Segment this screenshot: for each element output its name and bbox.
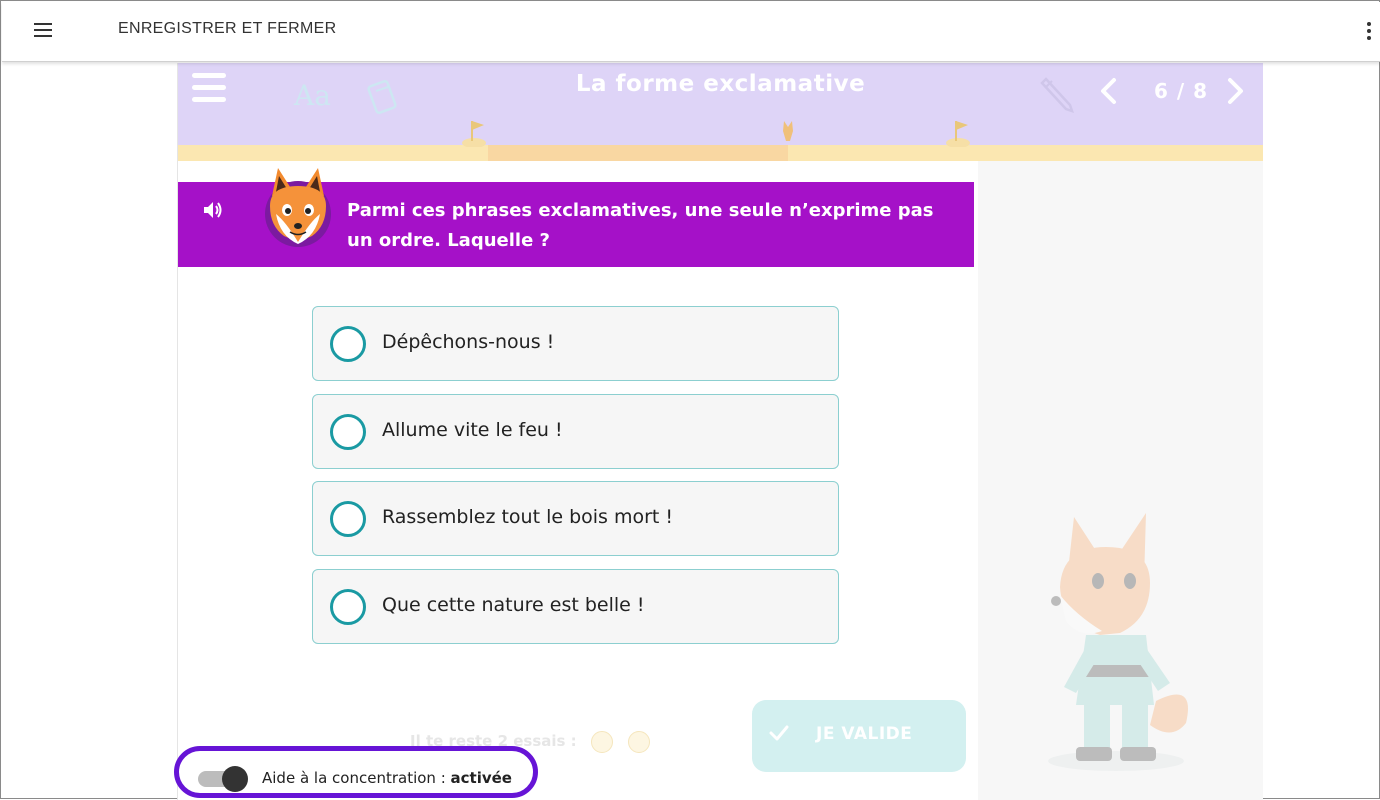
- page-indicator: 6 / 8: [1153, 79, 1209, 103]
- radio-button[interactable]: [330, 414, 366, 450]
- try-indicator-2: [628, 731, 650, 753]
- answer-label: Dépêchons-nous !: [382, 331, 555, 353]
- top-app-bar: ENREGISTRER ET FERMER: [2, 2, 1380, 62]
- speaker-icon[interactable]: [202, 200, 224, 220]
- answer-label: Allume vite le feu !: [382, 419, 563, 441]
- activity-panel: Aa La forme exclamative 6 / 8 Parmi ces …: [177, 63, 1263, 800]
- answer-option-2[interactable]: Allume vite le feu !: [312, 394, 839, 469]
- answer-label: Rassemblez tout le bois mort !: [382, 506, 674, 528]
- toggle-knob: [222, 766, 248, 792]
- activity-header: Aa La forme exclamative 6 / 8: [178, 63, 1263, 161]
- answer-option-4[interactable]: Que cette nature est belle !: [312, 569, 839, 644]
- pencil-icon: [1040, 77, 1074, 113]
- fox-mascot-illustration: [1048, 513, 1188, 771]
- fox-deco-icon: [783, 121, 793, 141]
- concentration-state: activée: [450, 769, 512, 787]
- concentration-label: Aide à la concentration : activée: [262, 769, 512, 787]
- window-frame: ENREGISTRER ET FERMER Aa La forme exclam…: [0, 0, 1380, 800]
- flag-deco-icon-2: [946, 121, 970, 147]
- concentration-toggle[interactable]: [198, 766, 248, 792]
- radio-button[interactable]: [330, 326, 366, 362]
- radio-button[interactable]: [330, 501, 366, 537]
- question-banner: Parmi ces phrases exclamatives, une seul…: [178, 168, 974, 267]
- concentration-aid-control: Aide à la concentration : activée: [174, 746, 538, 798]
- previous-icon[interactable]: [1098, 77, 1120, 105]
- next-icon[interactable]: [1224, 77, 1246, 105]
- save-and-close-button[interactable]: ENREGISTRER ET FERMER: [118, 20, 336, 38]
- header-path: [488, 145, 788, 161]
- menu-icon[interactable]: [32, 18, 56, 42]
- fox-avatar: [265, 168, 331, 247]
- flag-deco-icon: [462, 121, 486, 147]
- validate-label: JE VALIDE: [816, 724, 913, 744]
- concentration-label-text: Aide à la concentration :: [262, 769, 451, 787]
- question-text: Parmi ces phrases exclamatives, une seul…: [347, 200, 934, 251]
- radio-button[interactable]: [330, 589, 366, 625]
- answer-option-1[interactable]: Dépêchons-nous !: [312, 306, 839, 381]
- answer-label: Que cette nature est belle !: [382, 594, 645, 616]
- check-icon: [769, 725, 789, 741]
- answer-option-3[interactable]: Rassemblez tout le bois mort !: [312, 481, 839, 556]
- try-indicator-1: [591, 731, 613, 753]
- more-options-icon[interactable]: [1364, 22, 1374, 44]
- validate-button[interactable]: JE VALIDE: [752, 700, 966, 772]
